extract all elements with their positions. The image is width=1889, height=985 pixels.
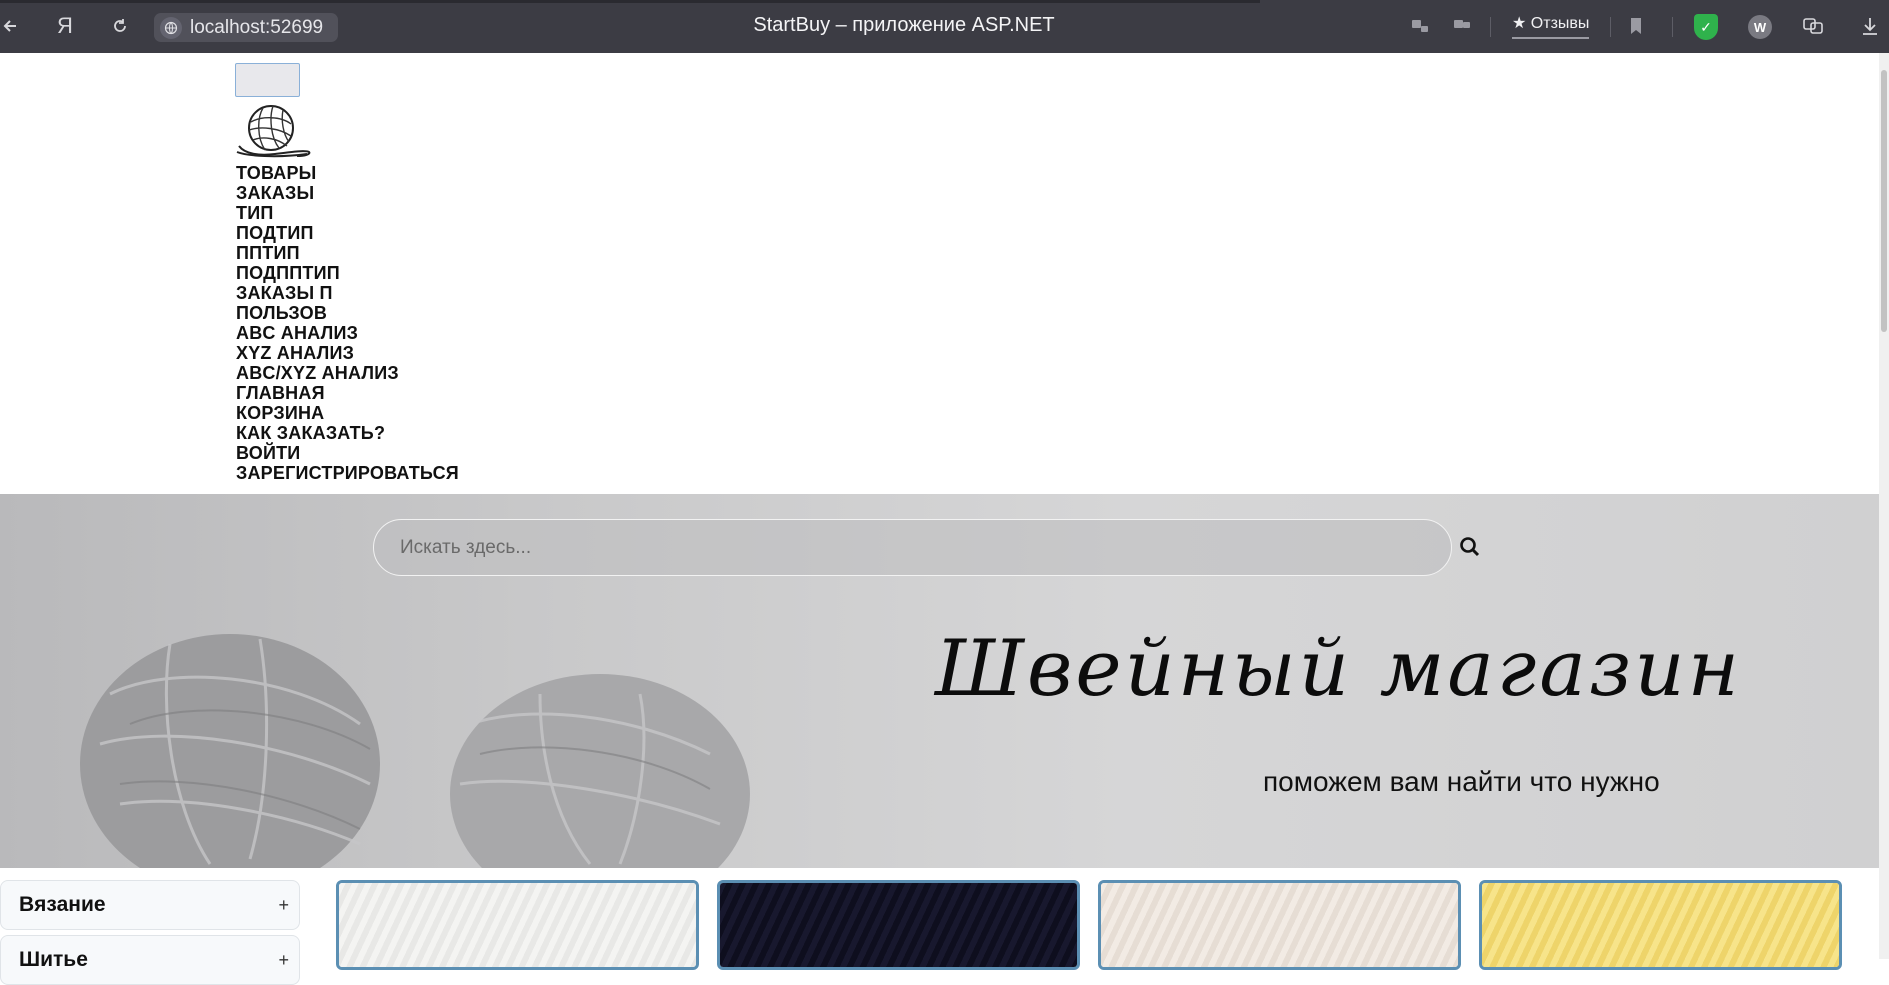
- nav-link-pptype[interactable]: ППТИП: [236, 243, 459, 263]
- tab-strip-edge: [0, 0, 1260, 3]
- nav-link-products[interactable]: ТОВАРЫ: [236, 163, 459, 183]
- hero-banner: Искать здесь... Швейный магазин поможем …: [0, 494, 1879, 868]
- dislike-icon[interactable]: [1408, 10, 1432, 42]
- search-input[interactable]: Искать здесь...: [373, 519, 1452, 576]
- product-card[interactable]: [1098, 880, 1461, 970]
- nav-link-subpptype[interactable]: ПОДППТИП: [236, 263, 459, 283]
- expand-plus-icon[interactable]: +: [278, 895, 289, 916]
- nav-link-home[interactable]: ГЛАВНАЯ: [236, 383, 459, 403]
- nav-link-abc-analysis[interactable]: ABC АНАЛИЗ: [236, 323, 459, 343]
- category-knitting[interactable]: Вязание +: [0, 880, 300, 930]
- nav-link-how-to-order[interactable]: КАК ЗАКАЗАТЬ?: [236, 423, 459, 443]
- profile-avatar[interactable]: W: [1748, 15, 1772, 39]
- nav-link-orders-p[interactable]: ЗАКАЗЫ П: [236, 283, 459, 303]
- nav-link-users[interactable]: ПОЛЬЗОВ: [236, 303, 459, 323]
- toolbar-separator: [1490, 17, 1491, 37]
- toolbar-separator: [1672, 17, 1673, 37]
- category-label: Шитье: [19, 948, 88, 971]
- protect-shield-icon[interactable]: ✓: [1694, 14, 1718, 40]
- hero-subtitle: поможем вам найти что нужно: [1263, 766, 1660, 797]
- category-sewing[interactable]: Шитье +: [0, 935, 300, 985]
- main-nav-list: ТОВАРЫ ЗАКАЗЫ ТИП ПОДТИП ППТИП ПОДППТИП …: [236, 163, 459, 483]
- collections-icon[interactable]: [1800, 10, 1826, 42]
- navbar-toggle-button[interactable]: [235, 63, 300, 97]
- search-icon[interactable]: [1457, 534, 1483, 560]
- product-card[interactable]: [1479, 880, 1842, 970]
- hero-title: Швейный магазин: [935, 624, 1742, 714]
- nav-link-xyz-analysis[interactable]: XYZ АНАЛИЗ: [236, 343, 459, 363]
- yarn-ball-icon[interactable]: [235, 102, 315, 160]
- product-card[interactable]: [717, 880, 1080, 970]
- scrollbar-thumb[interactable]: [1881, 70, 1887, 332]
- product-image: [339, 883, 696, 967]
- nav-link-orders[interactable]: ЗАКАЗЫ: [236, 183, 459, 203]
- product-image: [1482, 883, 1839, 967]
- browser-toolbar: Я localhost:52699 StartBuy – приложение …: [0, 0, 1889, 53]
- nav-link-subtype[interactable]: ПОДТИП: [236, 223, 459, 243]
- search-placeholder: Искать здесь...: [400, 536, 532, 558]
- messages-icon[interactable]: [1450, 10, 1474, 42]
- toolbar-separator: [1610, 17, 1611, 37]
- nav-link-cart[interactable]: КОРЗИНА: [236, 403, 459, 423]
- bookmark-icon[interactable]: [1624, 10, 1648, 42]
- product-image: [720, 883, 1077, 967]
- nav-link-type[interactable]: ТИП: [236, 203, 459, 223]
- nav-link-register[interactable]: ЗАРЕГИСТРИРОВАТЬСЯ: [236, 463, 459, 483]
- download-icon[interactable]: [1858, 10, 1882, 42]
- product-image: [1101, 883, 1458, 967]
- category-label: Вязание: [19, 893, 106, 916]
- expand-plus-icon[interactable]: +: [278, 950, 289, 971]
- nav-link-login[interactable]: ВОЙТИ: [236, 443, 459, 463]
- nav-link-abc-xyz-analysis[interactable]: ABC/XYZ АНАЛИЗ: [236, 363, 459, 383]
- reviews-button[interactable]: ★ Отзывы: [1512, 13, 1590, 39]
- product-card[interactable]: [336, 880, 699, 970]
